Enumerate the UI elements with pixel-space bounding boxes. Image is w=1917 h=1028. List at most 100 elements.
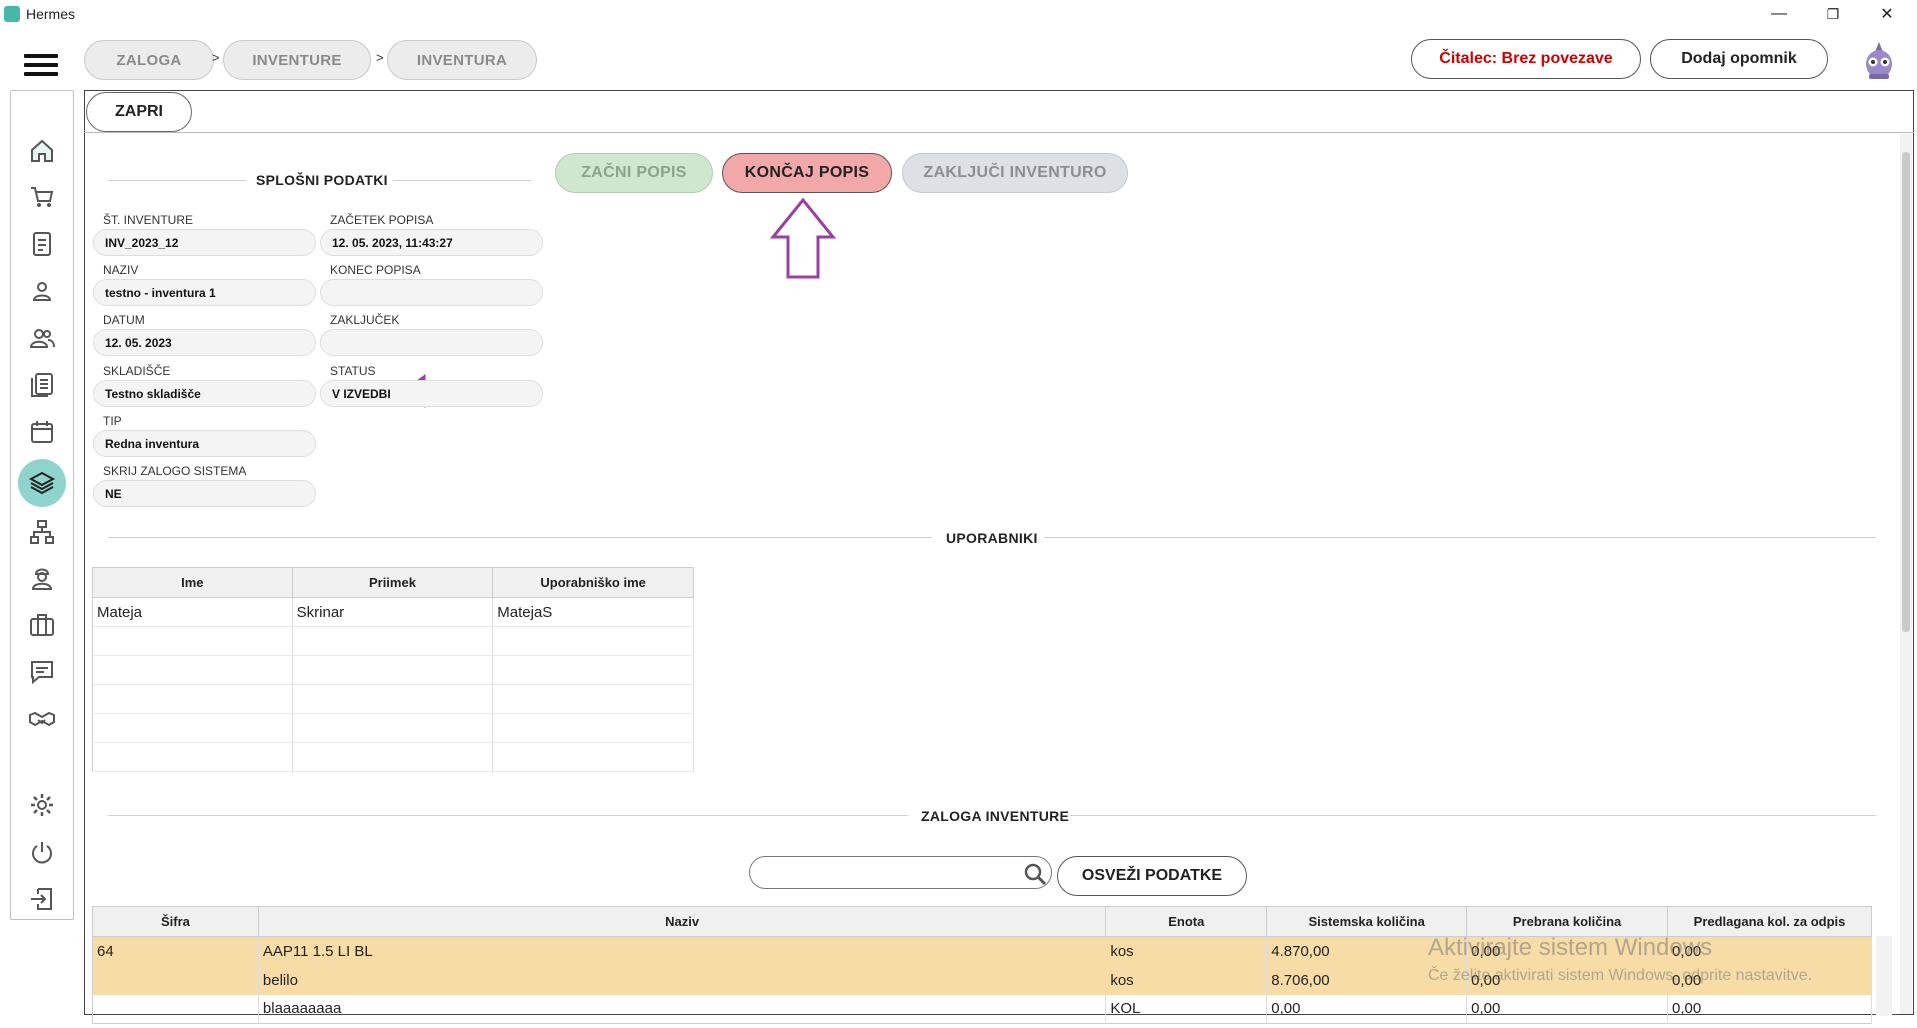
person-icon[interactable] [27, 276, 57, 306]
date-label: DATUM [103, 313, 145, 327]
start-count-button[interactable]: ZAČNI POPIS [555, 153, 713, 193]
watermark-subtitle: Če želite aktivirati sistem Windows, odp… [1428, 967, 1813, 984]
app-icon [4, 6, 20, 22]
code-cell [92, 994, 259, 1024]
reader-status-button[interactable]: Čitalec: Brez povezave [1411, 39, 1641, 79]
column-header[interactable]: Predlagana kol. za odpis [1667, 906, 1872, 937]
status-field[interactable]: V IZVEDBI [320, 380, 543, 407]
column-header[interactable]: Uporabniško ime [492, 567, 694, 598]
section-line [393, 180, 531, 181]
empty-row [92, 626, 694, 656]
stock-table: Šifra Naziv Enota Sistemska količina Pre… [92, 906, 1872, 1024]
date-field[interactable]: 12. 05. 2023 [93, 329, 316, 356]
table-cell: Mateja [92, 597, 293, 627]
logout-icon[interactable] [27, 884, 57, 914]
home-icon[interactable] [27, 136, 57, 166]
finish-count-button[interactable]: KONČAJ POPIS [722, 153, 892, 193]
list-icon[interactable] [27, 370, 57, 400]
worker-icon[interactable] [27, 563, 57, 593]
type-label: TIP [103, 414, 122, 428]
unit-cell: kos [1105, 965, 1268, 995]
column-header[interactable]: Priimek [291, 567, 494, 598]
code-cell: 64 [92, 936, 259, 966]
close-window-button[interactable]: ✕ [1860, 0, 1914, 28]
up-arrow-annotation [769, 197, 837, 279]
table-header-row: Ime Priimek Uporabniško ime [92, 567, 694, 598]
hierarchy-icon[interactable] [27, 517, 57, 547]
refresh-data-button[interactable]: OSVEŽI PODATKE [1057, 856, 1247, 896]
breadcrumb-separator: > [376, 50, 384, 65]
breadcrumb-zaloga[interactable]: ZALOGA [84, 40, 214, 80]
writeoff-qty-cell: 0,00 [1667, 994, 1872, 1024]
avatar[interactable] [1860, 40, 1898, 80]
cart-icon[interactable] [27, 182, 57, 212]
count-end-field[interactable] [320, 279, 543, 306]
search-icon[interactable] [1023, 862, 1047, 886]
scrollbar-thumb[interactable] [1902, 152, 1910, 632]
unit-cell: KOL [1105, 994, 1268, 1024]
name-cell: belilo [258, 965, 1107, 995]
closing-label: ZAKLJUČEK [330, 313, 400, 327]
table-row[interactable]: Mateja Skrinar MatejaS [92, 597, 694, 627]
count-start-label: ZAČETEK POPISA [330, 213, 434, 227]
hide-system-stock-field[interactable]: NE [93, 480, 316, 507]
name-field[interactable]: testno - inventura 1 [93, 279, 316, 306]
section-line [1044, 537, 1876, 538]
table-scrollbar[interactable] [1876, 936, 1892, 1016]
closing-field[interactable] [320, 329, 543, 356]
empty-row [92, 655, 694, 685]
menu-icon[interactable] [24, 54, 58, 76]
close-button[interactable]: ZAPRI [86, 92, 192, 132]
breadcrumb-inventure[interactable]: INVENTURE [223, 40, 371, 80]
code-cell [92, 965, 259, 995]
section-line [108, 815, 908, 816]
table-cell: Skrinar [292, 597, 494, 627]
calendar-icon[interactable] [27, 417, 57, 447]
status-label: STATUS [330, 364, 376, 378]
briefcase-icon[interactable] [27, 610, 57, 640]
table-row[interactable]: blaaaaaaaa KOL 0,00 0,00 0,00 [92, 994, 1872, 1024]
close-inventory-button[interactable]: ZAKLJUČI INVENTURO [902, 153, 1128, 193]
column-header[interactable]: Ime [92, 567, 293, 598]
warehouse-field[interactable]: Testno skladišče [93, 380, 316, 407]
search-input[interactable] [749, 856, 1052, 889]
empty-row [92, 684, 694, 714]
power-icon[interactable] [27, 837, 57, 867]
maximize-button[interactable]: ❐ [1806, 0, 1860, 28]
section-line [108, 537, 932, 538]
column-header[interactable]: Šifra [92, 906, 259, 937]
breadcrumb-separator: > [212, 50, 220, 65]
column-header[interactable]: Prebrana količina [1466, 906, 1669, 937]
column-header[interactable]: Sistemska količina [1266, 906, 1468, 937]
chat-icon[interactable] [27, 657, 57, 687]
type-field[interactable]: Redna inventura [93, 430, 316, 457]
title-bar: Hermes — ❐ ✕ [0, 0, 1917, 28]
minimize-button[interactable]: — [1752, 0, 1806, 28]
window-title: Hermes [26, 6, 76, 22]
name-label: NAZIV [103, 263, 139, 277]
breadcrumb-inventura[interactable]: INVENTURA [387, 40, 537, 80]
users-table: Ime Priimek Uporabniško ime Mateja Skrin… [92, 567, 694, 772]
people-icon[interactable] [27, 323, 57, 353]
column-header[interactable]: Enota [1105, 906, 1268, 937]
inventory-number-label: ŠT. INVENTURE [103, 213, 194, 227]
stock-title: ZALOGA INVENTURE [921, 808, 1070, 824]
inventory-number-field[interactable]: INV_2023_12 [93, 229, 316, 256]
handshake-icon[interactable] [27, 704, 57, 734]
watermark-title: Aktivirajte sistem Windows [1428, 934, 1713, 961]
table-header-row: Šifra Naziv Enota Sistemska količina Pre… [92, 906, 1872, 937]
read-qty-cell: 0,00 [1466, 994, 1669, 1024]
document-icon[interactable] [27, 229, 57, 259]
empty-row [92, 742, 694, 772]
count-start-field[interactable]: 12. 05. 2023, 11:43:27 [320, 229, 543, 256]
system-qty-cell: 0,00 [1266, 994, 1468, 1024]
add-reminder-button[interactable]: Dodaj opomnik [1650, 39, 1828, 79]
section-line [108, 180, 246, 181]
layers-icon[interactable] [27, 468, 57, 498]
warehouse-label: SKLADIŠČE [103, 364, 171, 378]
hide-system-stock-label: SKRIJ ZALOGO SISTEMA [103, 464, 247, 478]
column-header[interactable]: Naziv [257, 906, 1107, 937]
empty-row [92, 713, 694, 743]
users-title: UPORABNIKI [946, 530, 1038, 546]
gear-icon[interactable] [27, 790, 57, 820]
